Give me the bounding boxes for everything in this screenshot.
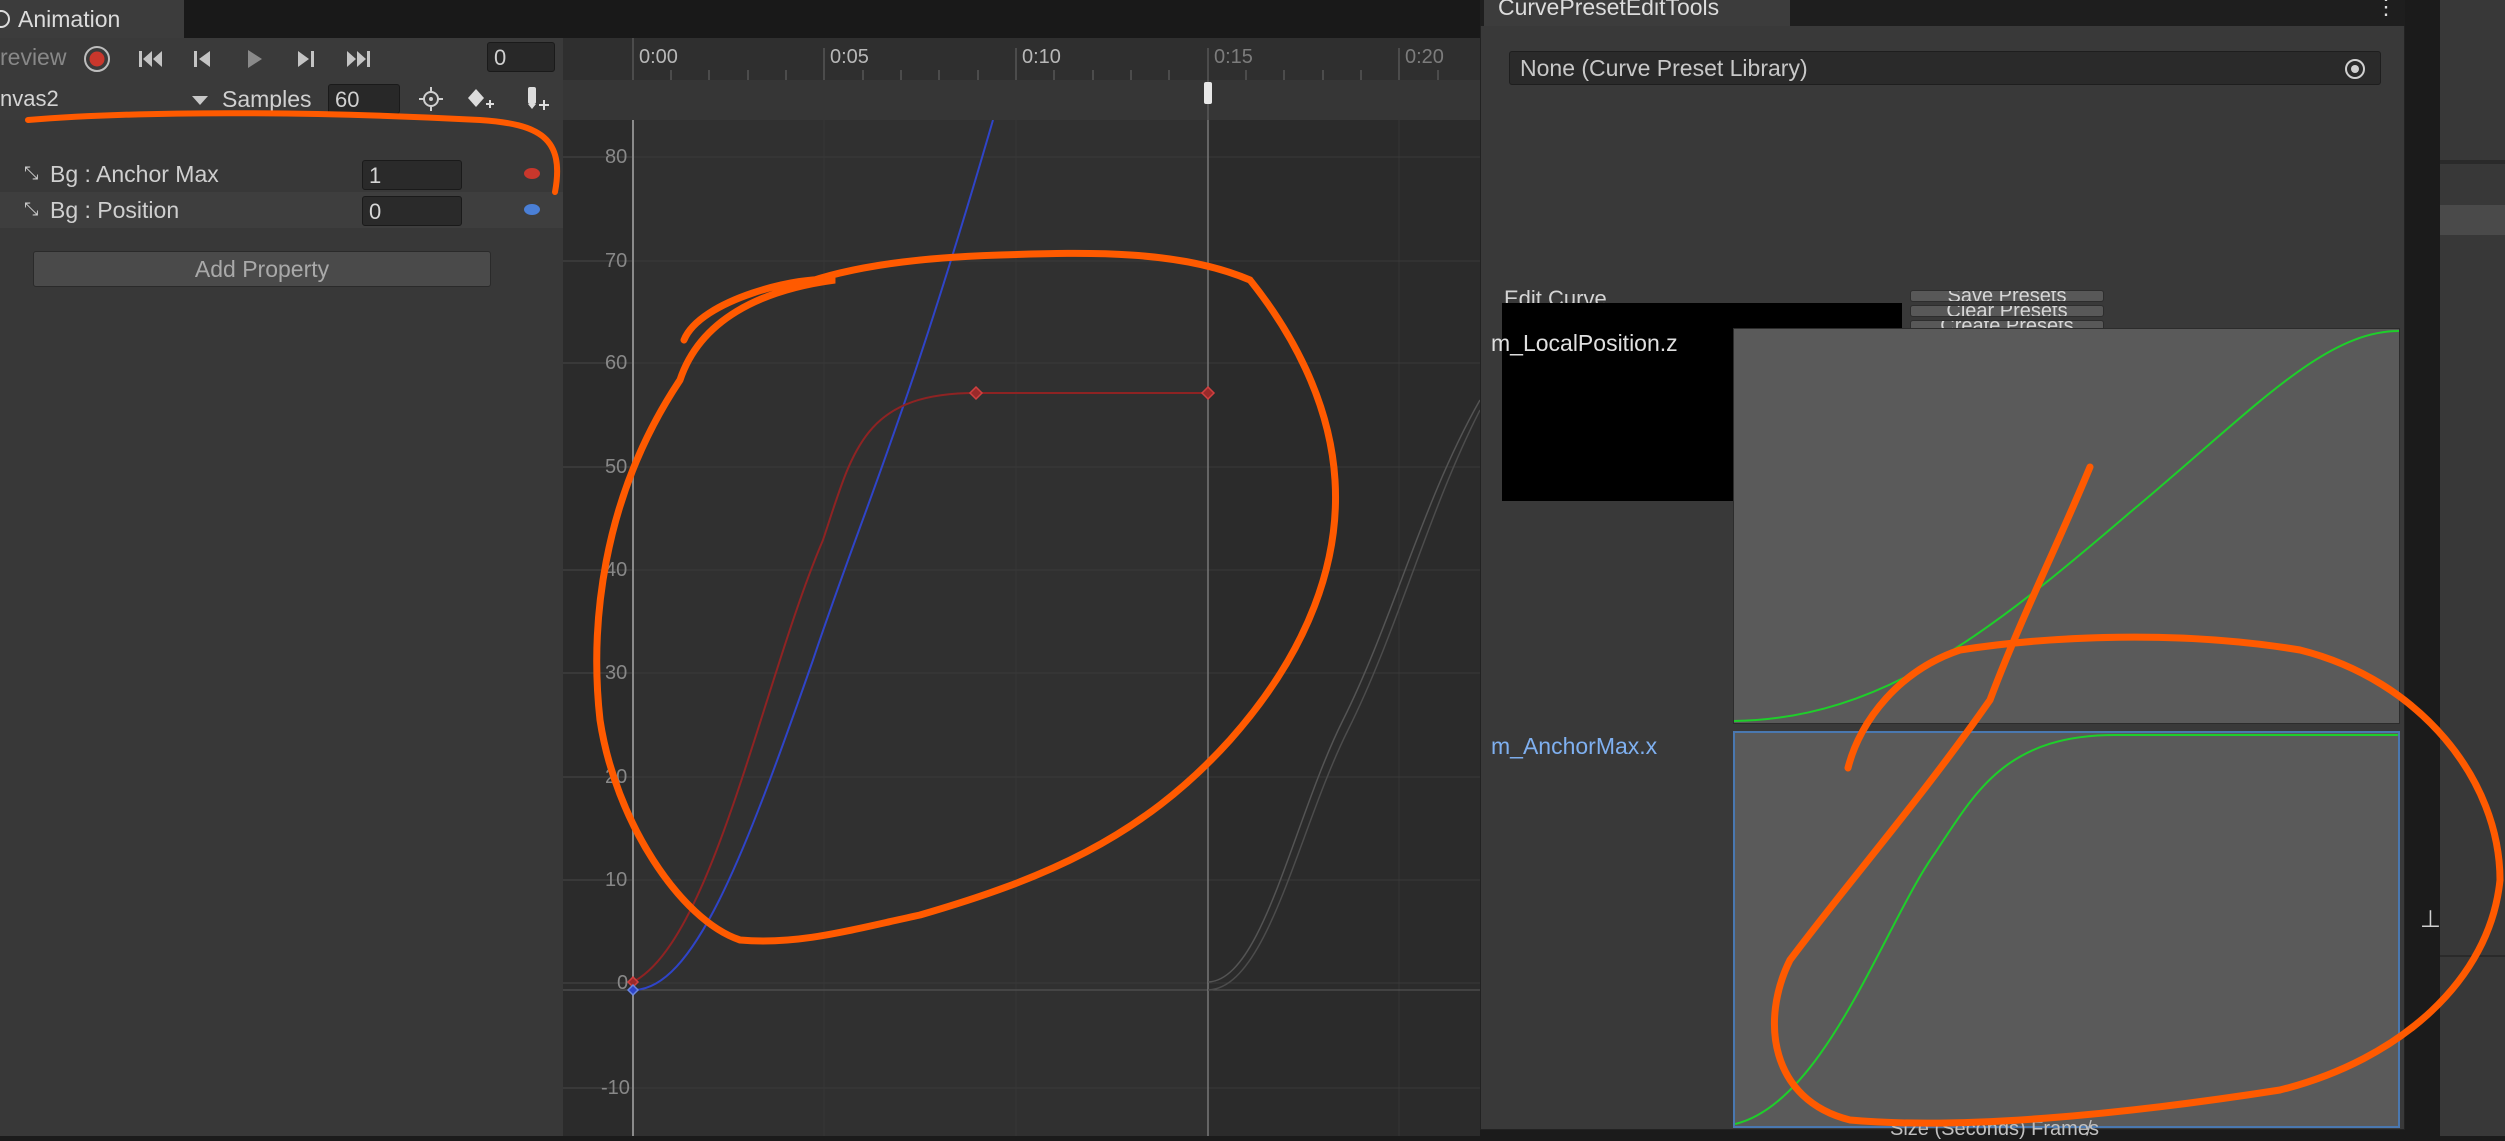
skip-to-start-icon bbox=[139, 51, 162, 67]
tab-curve-preset-edit-tools[interactable]: CurvePresetEditTools bbox=[1484, 0, 1790, 26]
tab-animation-label: Animation bbox=[18, 5, 121, 32]
curve-editor[interactable]: 80 70 60 50 40 30 20 10 0 -10 bbox=[563, 119, 1481, 1136]
preview-toggle[interactable]: review bbox=[0, 44, 66, 71]
top-tab-strip bbox=[0, 0, 1480, 38]
curve-preview-anchor-max[interactable] bbox=[1733, 731, 2400, 1128]
clear-presets-button[interactable]: Clear Presets bbox=[1910, 305, 2104, 317]
curve-preview-local-position[interactable] bbox=[1733, 328, 2400, 724]
add-keyframe-button[interactable] bbox=[458, 82, 504, 116]
value-axis-label: 80 bbox=[605, 146, 628, 168]
inspector-strip bbox=[2440, 0, 2505, 1136]
curve-title-local-position[interactable]: m_LocalPosition.z bbox=[1491, 330, 1678, 357]
samples-field[interactable]: 60 bbox=[328, 84, 400, 114]
time-tick-label: 0:15 bbox=[1214, 46, 1253, 68]
curve-title-anchor-max[interactable]: m_AnchorMax.x bbox=[1491, 733, 1657, 760]
clip-toolbar: nvas2 Samples 60 bbox=[0, 80, 563, 121]
add-keyframe-icon bbox=[468, 89, 494, 108]
property-value-field[interactable]: 0 bbox=[362, 196, 462, 226]
kebab-menu-icon[interactable]: ⋮ bbox=[2375, 0, 2397, 18]
playback-toolbar: review 0 bbox=[0, 38, 563, 81]
timeline-marker bbox=[1204, 80, 1212, 120]
value-axis-label: 60 bbox=[605, 352, 628, 374]
value-axis-label: 0 bbox=[617, 972, 629, 994]
play-button[interactable] bbox=[231, 42, 277, 76]
value-axis-label: 50 bbox=[605, 456, 628, 478]
add-event-icon bbox=[528, 87, 549, 110]
curve-color-dot bbox=[524, 168, 540, 179]
record-icon bbox=[84, 46, 110, 72]
add-event-button[interactable] bbox=[514, 82, 560, 116]
crosshair-icon bbox=[419, 87, 443, 111]
save-presets-button[interactable]: Save Presets bbox=[1910, 290, 2104, 302]
value-axis-label: 20 bbox=[605, 766, 628, 788]
property-row-anchor-max[interactable]: ⤡ Bg : Anchor Max 1 bbox=[0, 156, 563, 192]
frame-field[interactable]: 0 bbox=[487, 42, 555, 72]
add-property-button[interactable]: Add Property bbox=[33, 251, 491, 287]
clip-dropdown[interactable]: nvas2 bbox=[0, 84, 212, 114]
property-label: Bg : Anchor Max bbox=[50, 161, 219, 187]
object-picker-icon[interactable] bbox=[2342, 56, 2368, 82]
event-row[interactable] bbox=[563, 80, 1480, 121]
curve-line-anchor-max bbox=[1734, 734, 2398, 1125]
curve-graph bbox=[563, 119, 1481, 1136]
last-key-button[interactable] bbox=[336, 42, 382, 76]
step-forward-icon bbox=[298, 51, 314, 67]
preset-library-field[interactable]: None (Curve Preset Library) bbox=[1509, 51, 2381, 85]
next-key-button[interactable] bbox=[282, 42, 328, 76]
time-tick-label: 0:05 bbox=[830, 46, 869, 68]
play-icon bbox=[248, 50, 262, 68]
curve-color-dot bbox=[524, 204, 540, 215]
record-button[interactable] bbox=[74, 42, 120, 76]
value-axis-label: 40 bbox=[605, 559, 628, 581]
time-tick-label: 0:20 bbox=[1405, 46, 1444, 68]
previous-key-button[interactable] bbox=[180, 42, 226, 76]
property-row-position[interactable]: ⤡ Bg : Position 0 bbox=[0, 192, 563, 228]
value-axis-label: 70 bbox=[605, 250, 628, 272]
value-axis-label: -10 bbox=[601, 1077, 630, 1099]
timeline-ruler[interactable]: 0:00 0:05 0:10 0:15 0:20 bbox=[563, 38, 1480, 81]
step-back-icon bbox=[194, 51, 210, 67]
divider bbox=[2440, 955, 2505, 957]
recttransform-icon: ⤡ bbox=[24, 163, 39, 183]
animation-window-icon bbox=[0, 10, 10, 28]
samples-label: Samples bbox=[222, 86, 312, 112]
value-axis-label: 10 bbox=[605, 869, 628, 891]
property-label: Bg : Position bbox=[50, 197, 180, 223]
footer-text: Size (Seconds) Frame̸s bbox=[1890, 1118, 2099, 1140]
divider bbox=[2440, 160, 2505, 164]
skip-to-end-icon bbox=[347, 51, 370, 67]
chevron-down-icon[interactable] bbox=[192, 96, 208, 105]
gizmo-icon[interactable]: ⊥ bbox=[2420, 905, 2441, 934]
tab-animation[interactable]: Animation bbox=[0, 0, 184, 38]
property-value-field[interactable]: 1 bbox=[362, 160, 462, 190]
curve-line-local-position bbox=[1733, 330, 2400, 722]
recttransform-icon: ⤡ bbox=[24, 199, 39, 219]
value-axis-label: 30 bbox=[605, 662, 628, 684]
inspector-row bbox=[2440, 205, 2505, 235]
snap-button[interactable] bbox=[408, 82, 454, 116]
time-tick-label: 0:00 bbox=[639, 46, 678, 68]
first-key-button[interactable] bbox=[128, 42, 174, 76]
time-tick-label: 0:10 bbox=[1022, 46, 1061, 68]
